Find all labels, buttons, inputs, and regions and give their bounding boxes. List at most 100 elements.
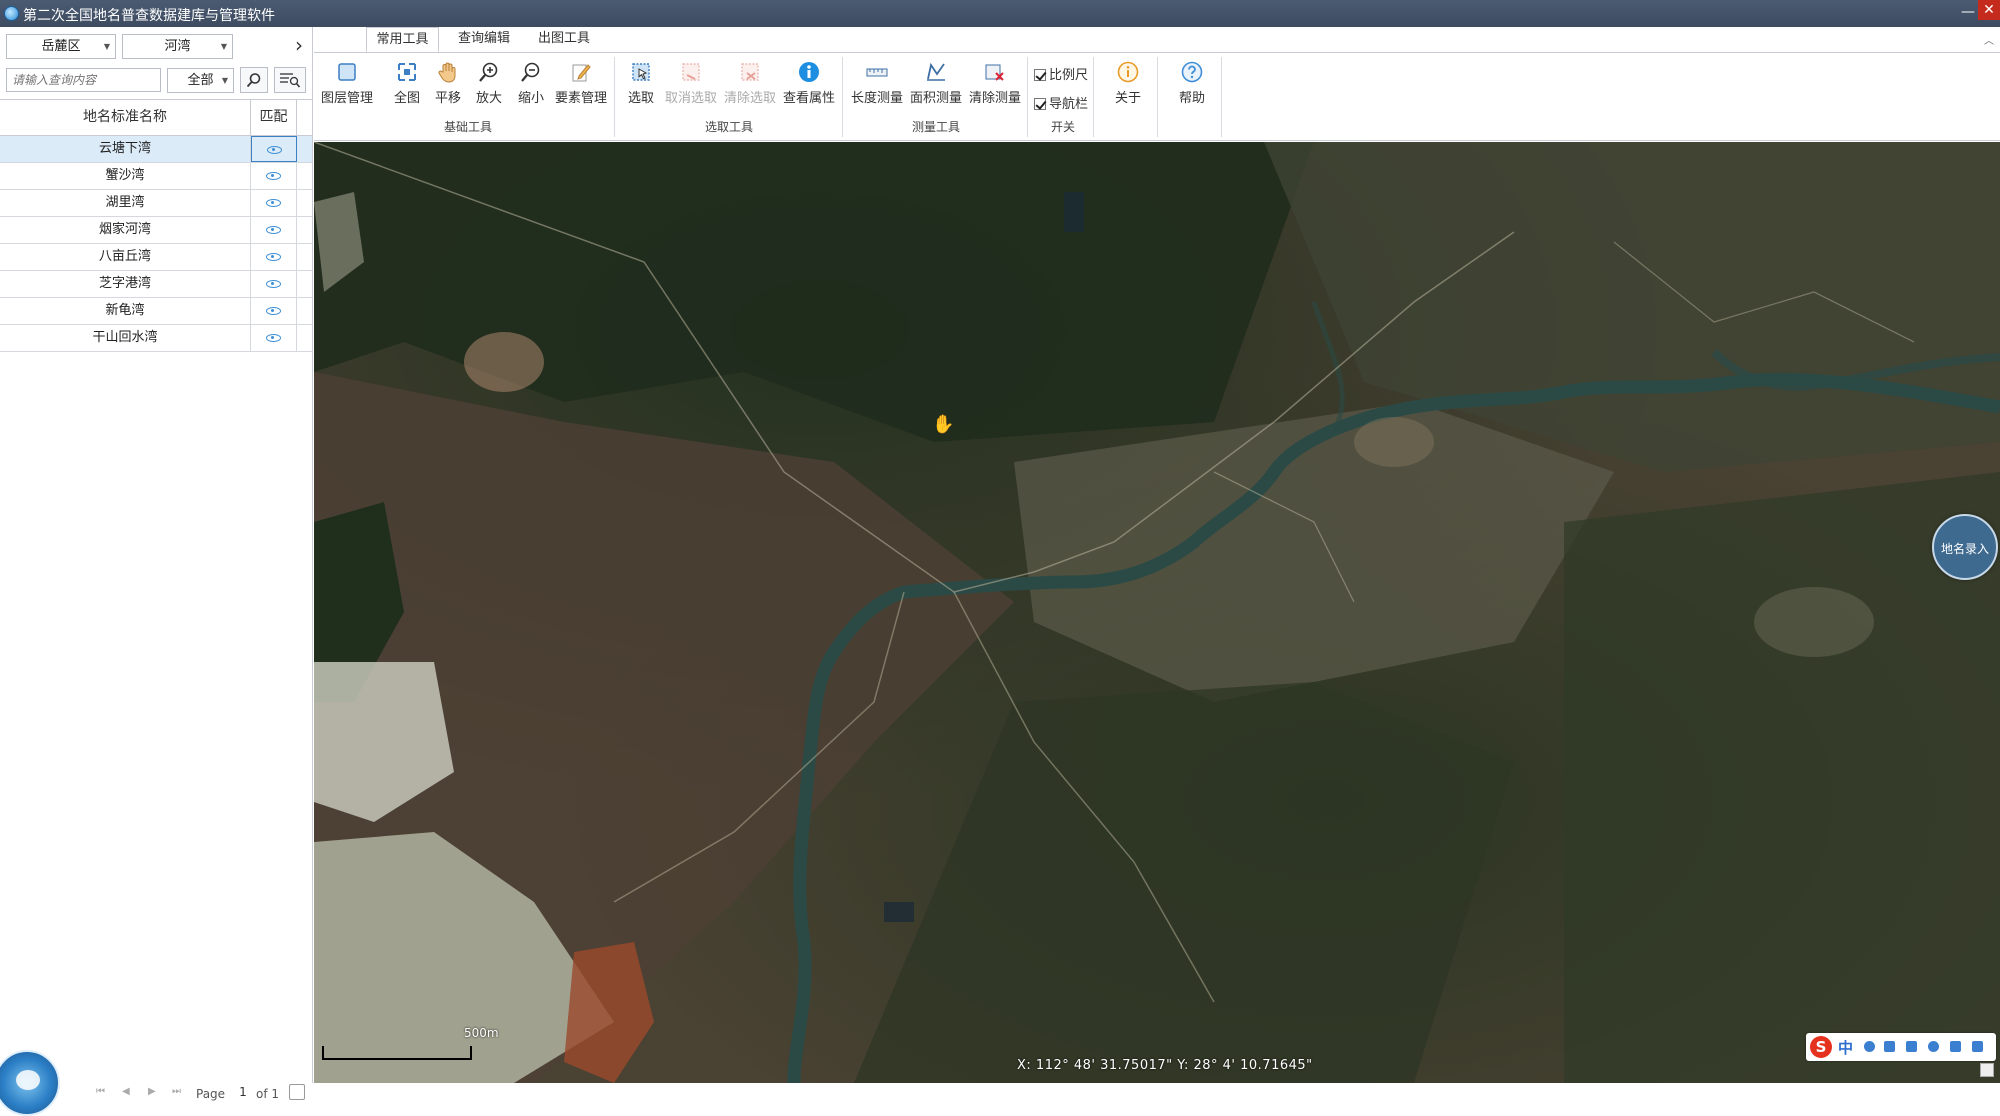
- scope-select[interactable]: 全部 ▼: [167, 68, 234, 93]
- column-header-name[interactable]: 地名标准名称: [0, 100, 251, 135]
- length-measure-button[interactable]: 长度测量: [851, 61, 903, 111]
- match-cell[interactable]: [251, 190, 297, 216]
- next-page-button[interactable]: ▶: [148, 1086, 156, 1097]
- resize-grip[interactable]: [1980, 1063, 1994, 1077]
- collapse-panel-button[interactable]: ›: [289, 33, 309, 59]
- layer-manager-button[interactable]: 图层管理: [321, 61, 373, 111]
- help-button[interactable]: 帮助: [1172, 61, 1212, 111]
- scale-bar: [322, 1046, 472, 1060]
- match-cell[interactable]: [251, 244, 297, 270]
- full-extent-button[interactable]: 全图: [390, 61, 424, 111]
- match-cell[interactable]: [251, 136, 297, 162]
- feature-manager-label: 要素管理: [555, 91, 608, 106]
- table-row[interactable]: 云塘下湾: [0, 136, 312, 163]
- placename-cell[interactable]: 烟家河湾: [0, 217, 251, 243]
- table-header: 地名标准名称 匹配: [0, 100, 312, 136]
- zoom-in-label: 放大: [475, 91, 502, 106]
- locate-icon[interactable]: [266, 253, 281, 261]
- scale-checkbox[interactable]: 比例尺: [1034, 64, 1088, 83]
- about-button[interactable]: 关于: [1108, 61, 1148, 111]
- group-separator: [1093, 57, 1094, 137]
- pan-label: 平移: [434, 91, 461, 106]
- table-row[interactable]: 八亩丘湾: [0, 244, 312, 271]
- locate-icon[interactable]: [266, 226, 281, 234]
- table-row[interactable]: 新龟湾: [0, 298, 312, 325]
- locate-icon[interactable]: [267, 146, 282, 154]
- minimize-button[interactable]: —: [1958, 3, 1978, 23]
- table-body: 云塘下湾 蟹沙湾 湖里湾 烟家河湾 八亩丘湾 芝字港湾 新龟湾 干山回水湾: [0, 136, 312, 352]
- view-attributes-button[interactable]: 查看属性: [783, 61, 835, 111]
- placename-cell[interactable]: 干山回水湾: [0, 325, 251, 351]
- first-page-button[interactable]: ⏮: [96, 1086, 105, 1097]
- placename-cell[interactable]: 八亩丘湾: [0, 244, 251, 270]
- tab-map-output[interactable]: 出图工具: [524, 27, 604, 52]
- window-title: 第二次全国地名普查数据建库与管理软件: [23, 8, 275, 24]
- punct-icon[interactable]: [1884, 1041, 1895, 1052]
- page-label: Page: [196, 1087, 226, 1101]
- clear-measure-button[interactable]: 清除测量: [969, 61, 1021, 111]
- table-row[interactable]: 湖里湾: [0, 190, 312, 217]
- map-view[interactable]: ✋ 地名录入 500m X: 112° 48' 31.75017" Y: 28°…: [314, 142, 2000, 1083]
- satellite-imagery: [314, 142, 2000, 1083]
- cancel-select-icon: [682, 63, 700, 81]
- district-select[interactable]: 岳麓区 ▼: [6, 34, 116, 59]
- area-measure-button[interactable]: 面积测量: [910, 61, 962, 111]
- table-row[interactable]: 芝字港湾: [0, 271, 312, 298]
- tab-query-edit[interactable]: 查询编辑: [444, 27, 524, 52]
- group-separator: [614, 57, 615, 137]
- chevron-up-icon[interactable]: ︿: [1984, 32, 1994, 47]
- feature-manager-button[interactable]: 要素管理: [555, 61, 607, 111]
- ime-mode[interactable]: 中: [1838, 1037, 1853, 1058]
- ime-toolbar[interactable]: S 中: [1806, 1033, 1996, 1061]
- length-measure-label: 长度测量: [851, 91, 904, 106]
- prev-page-button[interactable]: ◀: [122, 1086, 130, 1097]
- locate-icon[interactable]: [266, 199, 281, 207]
- locate-icon[interactable]: [266, 307, 281, 315]
- locate-icon[interactable]: [266, 334, 281, 342]
- placename-cell[interactable]: 芝字港湾: [0, 271, 251, 297]
- user-icon[interactable]: [1928, 1041, 1939, 1052]
- checkbox-checked-icon: [1034, 98, 1046, 110]
- table-row[interactable]: 蟹沙湾: [0, 163, 312, 190]
- match-cell[interactable]: [251, 163, 297, 189]
- select-button[interactable]: 选取: [624, 61, 658, 111]
- page-number-input[interactable]: 1: [235, 1085, 251, 1099]
- list-search-button[interactable]: [274, 67, 306, 93]
- placename-cell[interactable]: 湖里湾: [0, 190, 251, 216]
- nav-checkbox[interactable]: 导航栏: [1034, 93, 1088, 112]
- shirt-icon[interactable]: [1950, 1041, 1961, 1052]
- pan-button[interactable]: 平移: [431, 61, 465, 111]
- match-cell[interactable]: [251, 298, 297, 324]
- wrench-icon[interactable]: [1972, 1041, 1983, 1052]
- category-select[interactable]: 河湾 ▼: [122, 34, 233, 59]
- table-row[interactable]: 干山回水湾: [0, 325, 312, 352]
- placename-cell[interactable]: 新龟湾: [0, 298, 251, 324]
- moon-icon[interactable]: [1864, 1041, 1875, 1052]
- keyboard-icon[interactable]: [1906, 1041, 1917, 1052]
- tab-common-tools[interactable]: 常用工具: [366, 27, 439, 52]
- placename-entry-button[interactable]: 地名录入: [1932, 514, 1998, 580]
- locate-icon[interactable]: [266, 172, 281, 180]
- refresh-icon[interactable]: [289, 1084, 305, 1100]
- match-cell[interactable]: [251, 217, 297, 243]
- coordinate-readout: X: 112° 48' 31.75017" Y: 28° 4' 10.71645…: [1017, 1058, 1313, 1073]
- layer-manager-label: 图层管理: [321, 91, 374, 106]
- zoom-in-button[interactable]: 放大: [472, 61, 506, 111]
- clear-select-button[interactable]: 清除选取: [724, 61, 776, 111]
- close-button[interactable]: ✕: [1978, 0, 2000, 20]
- last-page-button[interactable]: ⏭: [172, 1086, 181, 1097]
- zoom-out-button[interactable]: 缩小: [514, 61, 548, 111]
- search-input[interactable]: [6, 68, 161, 92]
- search-button[interactable]: [240, 67, 268, 93]
- locate-icon[interactable]: [266, 280, 281, 288]
- area-measure-label: 面积测量: [910, 91, 963, 106]
- column-header-match[interactable]: 匹配: [251, 100, 297, 135]
- match-cell[interactable]: [251, 325, 297, 351]
- scale-label: 500m: [464, 1026, 499, 1040]
- match-cell[interactable]: [251, 271, 297, 297]
- view-attributes-label: 查看属性: [783, 91, 836, 106]
- placename-cell[interactable]: 蟹沙湾: [0, 163, 251, 189]
- placename-cell[interactable]: 云塘下湾: [0, 136, 251, 162]
- cancel-select-button[interactable]: 取消选取: [665, 61, 717, 111]
- table-row[interactable]: 烟家河湾: [0, 217, 312, 244]
